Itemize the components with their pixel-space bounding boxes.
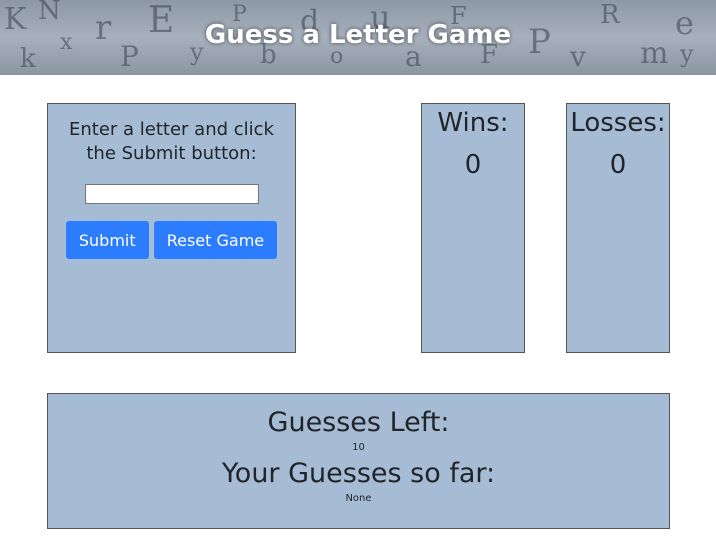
wins-label: Wins: xyxy=(437,108,509,138)
guesses-left-label: Guesses Left: xyxy=(267,407,450,438)
guesses-left-count: 10 xyxy=(352,442,365,453)
page-title: Guess a Letter Game xyxy=(204,20,512,50)
guesses-so-far-value: None xyxy=(345,493,372,504)
losses-panel: Losses: 0 xyxy=(566,103,670,353)
guesses-so-far-label: Your Guesses so far: xyxy=(221,458,496,489)
wins-count: 0 xyxy=(464,150,482,180)
wins-panel: Wins: 0 xyxy=(421,103,525,353)
entry-prompt: Enter a letter and click the Submit butt… xyxy=(69,119,274,164)
letter-entry-panel: Enter a letter and click the Submit butt… xyxy=(47,103,296,353)
guesses-panel: Guesses Left: 10 Your Guesses so far: No… xyxy=(47,393,670,529)
button-row: Submit Reset Game xyxy=(48,221,295,259)
submit-button[interactable]: Submit xyxy=(65,221,149,259)
reset-game-button[interactable]: Reset Game xyxy=(153,221,278,259)
losses-count: 0 xyxy=(609,150,627,180)
header-banner: K N x r P E y P b d o u a F F P v R m e … xyxy=(0,0,716,75)
losses-label: Losses: xyxy=(570,108,666,138)
letter-input[interactable] xyxy=(84,184,259,204)
